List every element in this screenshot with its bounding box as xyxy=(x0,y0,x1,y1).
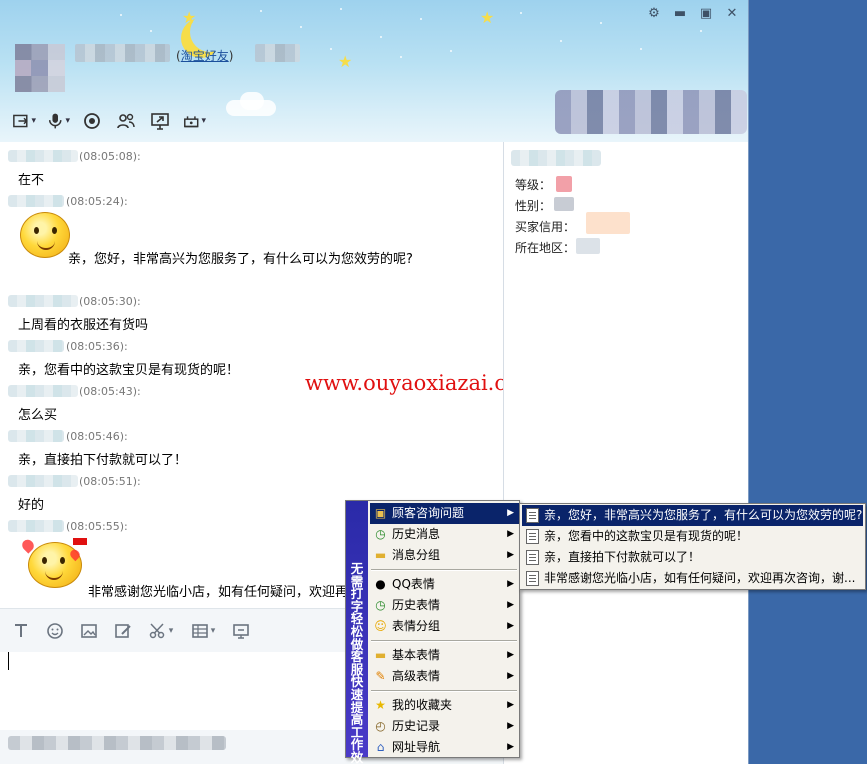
remote-assist-icon[interactable] xyxy=(182,110,206,132)
menu-item-message-groups[interactable]: ▬ 消息分组 ▶ xyxy=(370,545,519,566)
image-icon[interactable] xyxy=(78,620,100,642)
video-icon[interactable] xyxy=(80,110,104,132)
document-icon xyxy=(526,550,539,565)
message-text: 上周看的衣服还有货吗 xyxy=(18,318,149,333)
chat-toolbar xyxy=(12,110,206,132)
message-time: (08:05:30): xyxy=(79,295,141,308)
smiley-icon: ☺ xyxy=(374,619,387,633)
message-time: (08:05:36): xyxy=(66,340,128,353)
document-icon xyxy=(526,529,539,544)
gender-value xyxy=(554,197,574,211)
chat-header: ★ ★ ★ (淘宝好友) ⚙ ▬ ▣ ✕ xyxy=(0,0,748,142)
contact-name xyxy=(511,150,601,166)
avatar[interactable] xyxy=(15,44,65,92)
menu-banner-text: 无需打字 轻松做客服 快速提高工作效率 xyxy=(350,561,364,764)
menu-item-customer-questions[interactable]: ▣ 顾客咨询问题 ▶ xyxy=(370,503,519,524)
maximize-icon[interactable]: ▣ xyxy=(699,7,713,21)
menu-item-emoticon-groups[interactable]: ☺ 表情分组 ▶ xyxy=(370,616,519,637)
minimize-icon[interactable]: ▬ xyxy=(673,7,687,21)
close-icon[interactable]: ✕ xyxy=(725,7,739,21)
menu-item-history-records[interactable]: ◴ 历史记录 ▶ xyxy=(370,716,519,737)
menu-item-qq-emoticons[interactable]: ● QQ表情 ▶ xyxy=(370,574,519,595)
quick-reply-menu: 无需打字 轻松做客服 快速提高工作效率 ▣ 顾客咨询问题▶ ◷ 历史消息▶ ▬ … xyxy=(345,500,520,764)
smiley-emoticon xyxy=(20,212,70,258)
star-decoration: ★ xyxy=(338,52,353,71)
message-time: (08:05:08): xyxy=(79,150,141,163)
location-label: 所在地区： xyxy=(515,241,576,255)
watermark: www.ouyaoxiazai.com xyxy=(305,371,503,395)
message-text: 亲，您好，非常高兴为您服务了，有什么可以为您效劳的呢? xyxy=(68,252,413,267)
gender-label: 性别： xyxy=(515,199,552,213)
menu-item-favorites[interactable]: ★ 我的收藏夹 ▶ xyxy=(370,695,519,716)
table-icon[interactable] xyxy=(188,620,218,642)
history-icon: ◷ xyxy=(375,527,386,541)
text-caret xyxy=(8,652,9,670)
font-icon[interactable] xyxy=(10,620,32,642)
folder-icon: ▣ xyxy=(374,506,387,520)
message-text: 非常感谢您光临小店，如有任何疑问，欢迎再 xyxy=(88,585,349,600)
contacts-icon[interactable] xyxy=(114,110,138,132)
screen-share-icon[interactable] xyxy=(148,110,172,132)
emoji-icon[interactable] xyxy=(44,620,66,642)
settings-icon[interactable]: ⚙ xyxy=(647,7,661,21)
star-edit-icon: ✎ xyxy=(375,669,386,683)
message-text: 好的 xyxy=(18,498,45,513)
contact-signature xyxy=(255,44,300,62)
menu-item-advanced-emoticons[interactable]: ✎ 高级表情 ▶ xyxy=(370,666,519,687)
cut-icon[interactable] xyxy=(146,620,176,642)
buyer-credit-value xyxy=(586,212,630,234)
qq-icon: ● xyxy=(375,577,386,591)
message-text: 亲，直接拍下付款就可以了！ xyxy=(18,453,188,468)
flag-icon xyxy=(73,538,87,545)
document-icon xyxy=(526,508,539,523)
contact-info-panel: 等级： 性别： 买家信用： 所在地区： xyxy=(503,142,748,764)
menu-item-history-emoticons[interactable]: ◷ 历史表情 ▶ xyxy=(370,595,519,616)
message-text: 怎么买 xyxy=(18,408,58,423)
submenu-item[interactable]: 亲，您看中的这款宝贝是有现货的呢！ xyxy=(522,526,863,547)
window-controls: ⚙ ▬ ▣ ✕ xyxy=(647,7,739,21)
message-time: (08:05:43): xyxy=(79,385,141,398)
message-time: (08:05:46): xyxy=(66,430,128,443)
submenu-item[interactable]: 亲，您好，非常高兴为您服务了，有什么可以为您效劳的呢? xyxy=(522,505,863,526)
menu-item-url-navigation[interactable]: ⌂ 网址导航 ▶ xyxy=(370,737,519,758)
location-value xyxy=(576,238,600,254)
friend-type-link[interactable]: 淘宝好友 xyxy=(181,49,229,63)
folder-icon: ▬ xyxy=(374,648,387,662)
friend-type: (淘宝好友) xyxy=(176,49,234,63)
transfer-file-icon[interactable] xyxy=(12,110,36,132)
quick-reply-submenu: 亲，您好，非常高兴为您服务了，有什么可以为您效劳的呢? 亲，您看中的这款宝贝是有… xyxy=(519,503,866,590)
house-icon: ⌂ xyxy=(376,740,385,754)
message-time: (08:05:55): xyxy=(66,520,128,533)
level-label: 等级： xyxy=(515,178,552,192)
status-text xyxy=(8,736,226,750)
edit-icon[interactable] xyxy=(112,620,134,642)
history-icon: ◷ xyxy=(375,598,386,612)
submenu-item[interactable]: 非常感谢您光临小店，如有任何疑问，欢迎再次咨询，谢... xyxy=(522,568,863,589)
folder-icon: ▬ xyxy=(374,548,387,562)
message-text: 在不 xyxy=(18,173,45,188)
message-text: 亲，您看中的这款宝贝是有现货的呢！ xyxy=(18,363,240,378)
screenshot-icon[interactable] xyxy=(230,620,252,642)
star-decoration: ★ xyxy=(480,8,495,27)
menu-item-history-messages[interactable]: ◷ 历史消息 ▶ xyxy=(370,524,519,545)
level-value xyxy=(556,176,572,192)
message-time: (08:05:51): xyxy=(79,475,141,488)
buyer-credit-label: 买家信用： xyxy=(515,220,576,234)
message-time: (08:05:24): xyxy=(66,195,128,208)
star-icon: ★ xyxy=(375,698,386,712)
submenu-item[interactable]: 亲，直接拍下付款就可以了！ xyxy=(522,547,863,568)
menu-banner: 无需打字 轻松做客服 快速提高工作效率 xyxy=(346,501,368,764)
voice-icon[interactable] xyxy=(46,110,70,132)
clock-icon: ◴ xyxy=(375,719,386,733)
moon-decoration xyxy=(190,12,230,52)
menu-item-basic-emoticons[interactable]: ▬ 基本表情 ▶ xyxy=(370,645,519,666)
banner-ad[interactable] xyxy=(555,90,747,134)
contact-nickname xyxy=(75,44,170,62)
document-icon xyxy=(526,571,539,586)
